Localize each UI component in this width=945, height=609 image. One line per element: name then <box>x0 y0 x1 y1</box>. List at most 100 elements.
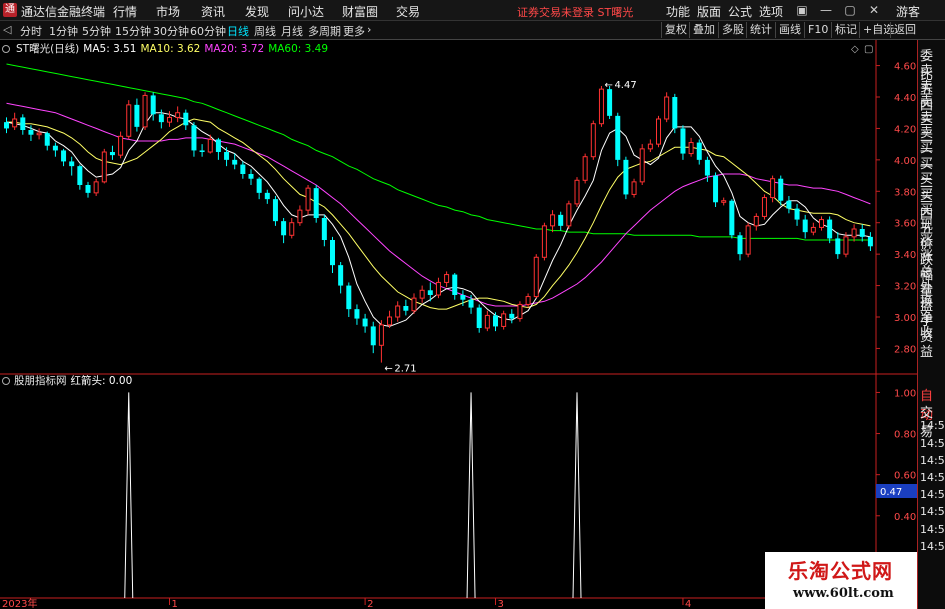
btn-diejia[interactable]: 叠加 <box>689 22 715 38</box>
red-arrow-spike <box>124 392 134 599</box>
tick-time: 14:56 <box>920 539 945 553</box>
candle-body-up <box>647 143 653 150</box>
tick-time: 14:56 <box>920 505 945 519</box>
candle-body-down <box>493 315 498 327</box>
quote-label: 收益 <box>920 326 934 361</box>
indicator-tick-label: 0.60 <box>894 471 916 482</box>
btn-duogu[interactable]: 多股 <box>718 22 744 38</box>
price-tick-label: 3.60 <box>894 219 916 230</box>
main-legend: ST曙光(日线) MA5: 3.51 MA10: 3.62 MA20: 3.72 MA6… <box>16 42 328 55</box>
indicator-tick-label: 0.80 <box>894 430 916 441</box>
menu-gongshi[interactable]: 公式 <box>728 3 752 20</box>
period-60min[interactable]: 60分钟 <box>190 23 226 39</box>
candle-body-up <box>142 94 148 128</box>
quote-side-panel[interactable]: 委比 卖五 卖四 卖三 卖二 卖一 买一 买二 买三 买四 买五 现价 涨跌 涨幅 总量 外盘 换手 净资 收益 自动… <box>917 40 945 609</box>
tick-time: 14:56 <box>920 471 945 484</box>
close-icon[interactable]: ✕ <box>866 2 882 18</box>
candle-body-down <box>20 117 26 130</box>
candle-body-down <box>704 159 710 176</box>
indicator-value: 红箭头: 0.00 <box>71 374 133 387</box>
menu-gongneng[interactable]: 功能 <box>666 3 690 20</box>
candle-body-up <box>656 118 661 145</box>
time-tick-label: 4 <box>685 599 691 609</box>
period-daily[interactable]: 日线 <box>227 23 249 39</box>
minimize-icon[interactable]: — <box>818 2 834 18</box>
candle-body-down <box>468 299 474 308</box>
menu-shichang[interactable]: 市场 <box>156 3 180 20</box>
candle-body-down <box>370 326 376 346</box>
candle-body-up <box>435 281 441 296</box>
menu-hangqing[interactable]: 行情 <box>113 3 137 20</box>
period-monthly[interactable]: 月线 <box>281 23 303 39</box>
candle-body-up <box>289 222 295 236</box>
candle-body-down <box>330 240 335 266</box>
candle-body-down <box>69 161 75 167</box>
candle-body-down <box>827 219 833 239</box>
period-multi[interactable]: 多周期 <box>308 23 341 39</box>
guest-button[interactable]: 游客 <box>896 3 920 20</box>
candle-body-down <box>802 219 808 233</box>
candle-body-down <box>77 166 83 185</box>
chart-diamond-icon: ◇ <box>851 44 859 55</box>
toolbar-toggle-icon[interactable]: ◁ <box>3 23 11 36</box>
price-extreme-annotation: 2.71 <box>394 364 416 375</box>
candle-body-down <box>867 236 873 247</box>
menu-caifuquan[interactable]: 财富圈 <box>342 3 378 20</box>
period-weekly[interactable]: 周线 <box>254 23 276 39</box>
candle-body-up <box>167 116 172 123</box>
candle-body-up <box>819 219 824 228</box>
menu-wenxiaoda[interactable]: 问小达 <box>288 3 324 20</box>
menu-xuanxiang[interactable]: 选项 <box>759 3 783 20</box>
period-5min[interactable]: 5分钟 <box>82 23 111 39</box>
candle-body-up <box>207 138 213 153</box>
app-logo-icon: 通 <box>3 3 17 17</box>
legend-ma10: MA10: 3.62 <box>140 43 200 55</box>
price-tick-label: 4.00 <box>894 156 916 167</box>
restore-layout-icon[interactable]: ▣ <box>794 2 810 18</box>
btn-f10[interactable]: F10 <box>804 22 828 38</box>
maximize-icon[interactable]: ▢ <box>842 2 858 18</box>
tick-time: 14:56 <box>920 488 945 502</box>
period-15min[interactable]: 15分钟 <box>115 23 151 39</box>
btn-tongji[interactable]: 统计 <box>746 22 772 38</box>
legend-ma5: MA5: 3.51 <box>83 43 136 55</box>
period-toolbar: ◁ 分时 1分钟 5分钟 15分钟 30分钟 60分钟 日线 周线 月线 多周期… <box>0 21 945 40</box>
candle-body-down <box>232 159 238 165</box>
btn-fanhui[interactable]: 返回 <box>890 22 916 38</box>
price-tick-label: 4.60 <box>894 62 916 73</box>
candle-body-up <box>387 316 393 326</box>
candle-body-up <box>745 225 751 255</box>
candle-body-down <box>248 174 254 179</box>
candle-body-up <box>541 225 547 258</box>
legend-name: ST曙光(日线) <box>16 42 79 55</box>
btn-fuquan[interactable]: 复权 <box>661 22 687 38</box>
candle-body-up <box>721 200 727 203</box>
price-tick-label: 3.20 <box>894 282 916 293</box>
candle-body-down <box>313 188 319 218</box>
candlestick-series[interactable] <box>4 86 873 363</box>
time-tick-label: 2 <box>367 599 373 609</box>
chart-area[interactable]: 4.60 4.40 4.20 4.00 3.80 3.60 3.40 3.20 3.00 2.80… <box>0 0 945 609</box>
btn-huaxian[interactable]: 画线 <box>775 22 801 38</box>
app-window: 4.60 4.40 4.20 4.00 3.80 3.60 3.40 3.20 3.00 2.80… <box>0 0 945 609</box>
btn-zixuan[interactable]: +自选 <box>859 22 894 38</box>
more-chevron-icon[interactable]: › <box>367 23 371 36</box>
btn-biaoji[interactable]: 标记 <box>831 22 857 38</box>
candle-body-up <box>550 214 556 227</box>
period-fenshi[interactable]: 分时 <box>20 23 42 39</box>
title-bar: 通 通达信金融终端 行情 市场 资讯 发现 问小达 财富圈 交易 证券交易未登录… <box>0 0 945 21</box>
candle-body-down <box>109 152 115 156</box>
menu-banmian[interactable]: 版面 <box>697 3 721 20</box>
period-more[interactable]: 更多 <box>343 23 365 39</box>
menu-faxian[interactable]: 发现 <box>245 3 269 20</box>
price-arrow-annotation: ← <box>604 80 612 91</box>
watermark-title: 乐淘公式网 <box>788 559 893 583</box>
candle-body-up <box>566 203 572 227</box>
period-30min[interactable]: 30分钟 <box>153 23 189 39</box>
candle-body-up <box>118 135 124 156</box>
menu-zixun[interactable]: 资讯 <box>201 3 225 20</box>
period-1min[interactable]: 1分钟 <box>49 23 78 39</box>
candle-body-down <box>460 295 466 300</box>
menu-jiaoyi[interactable]: 交易 <box>396 3 420 20</box>
candle-body-up <box>664 96 670 120</box>
